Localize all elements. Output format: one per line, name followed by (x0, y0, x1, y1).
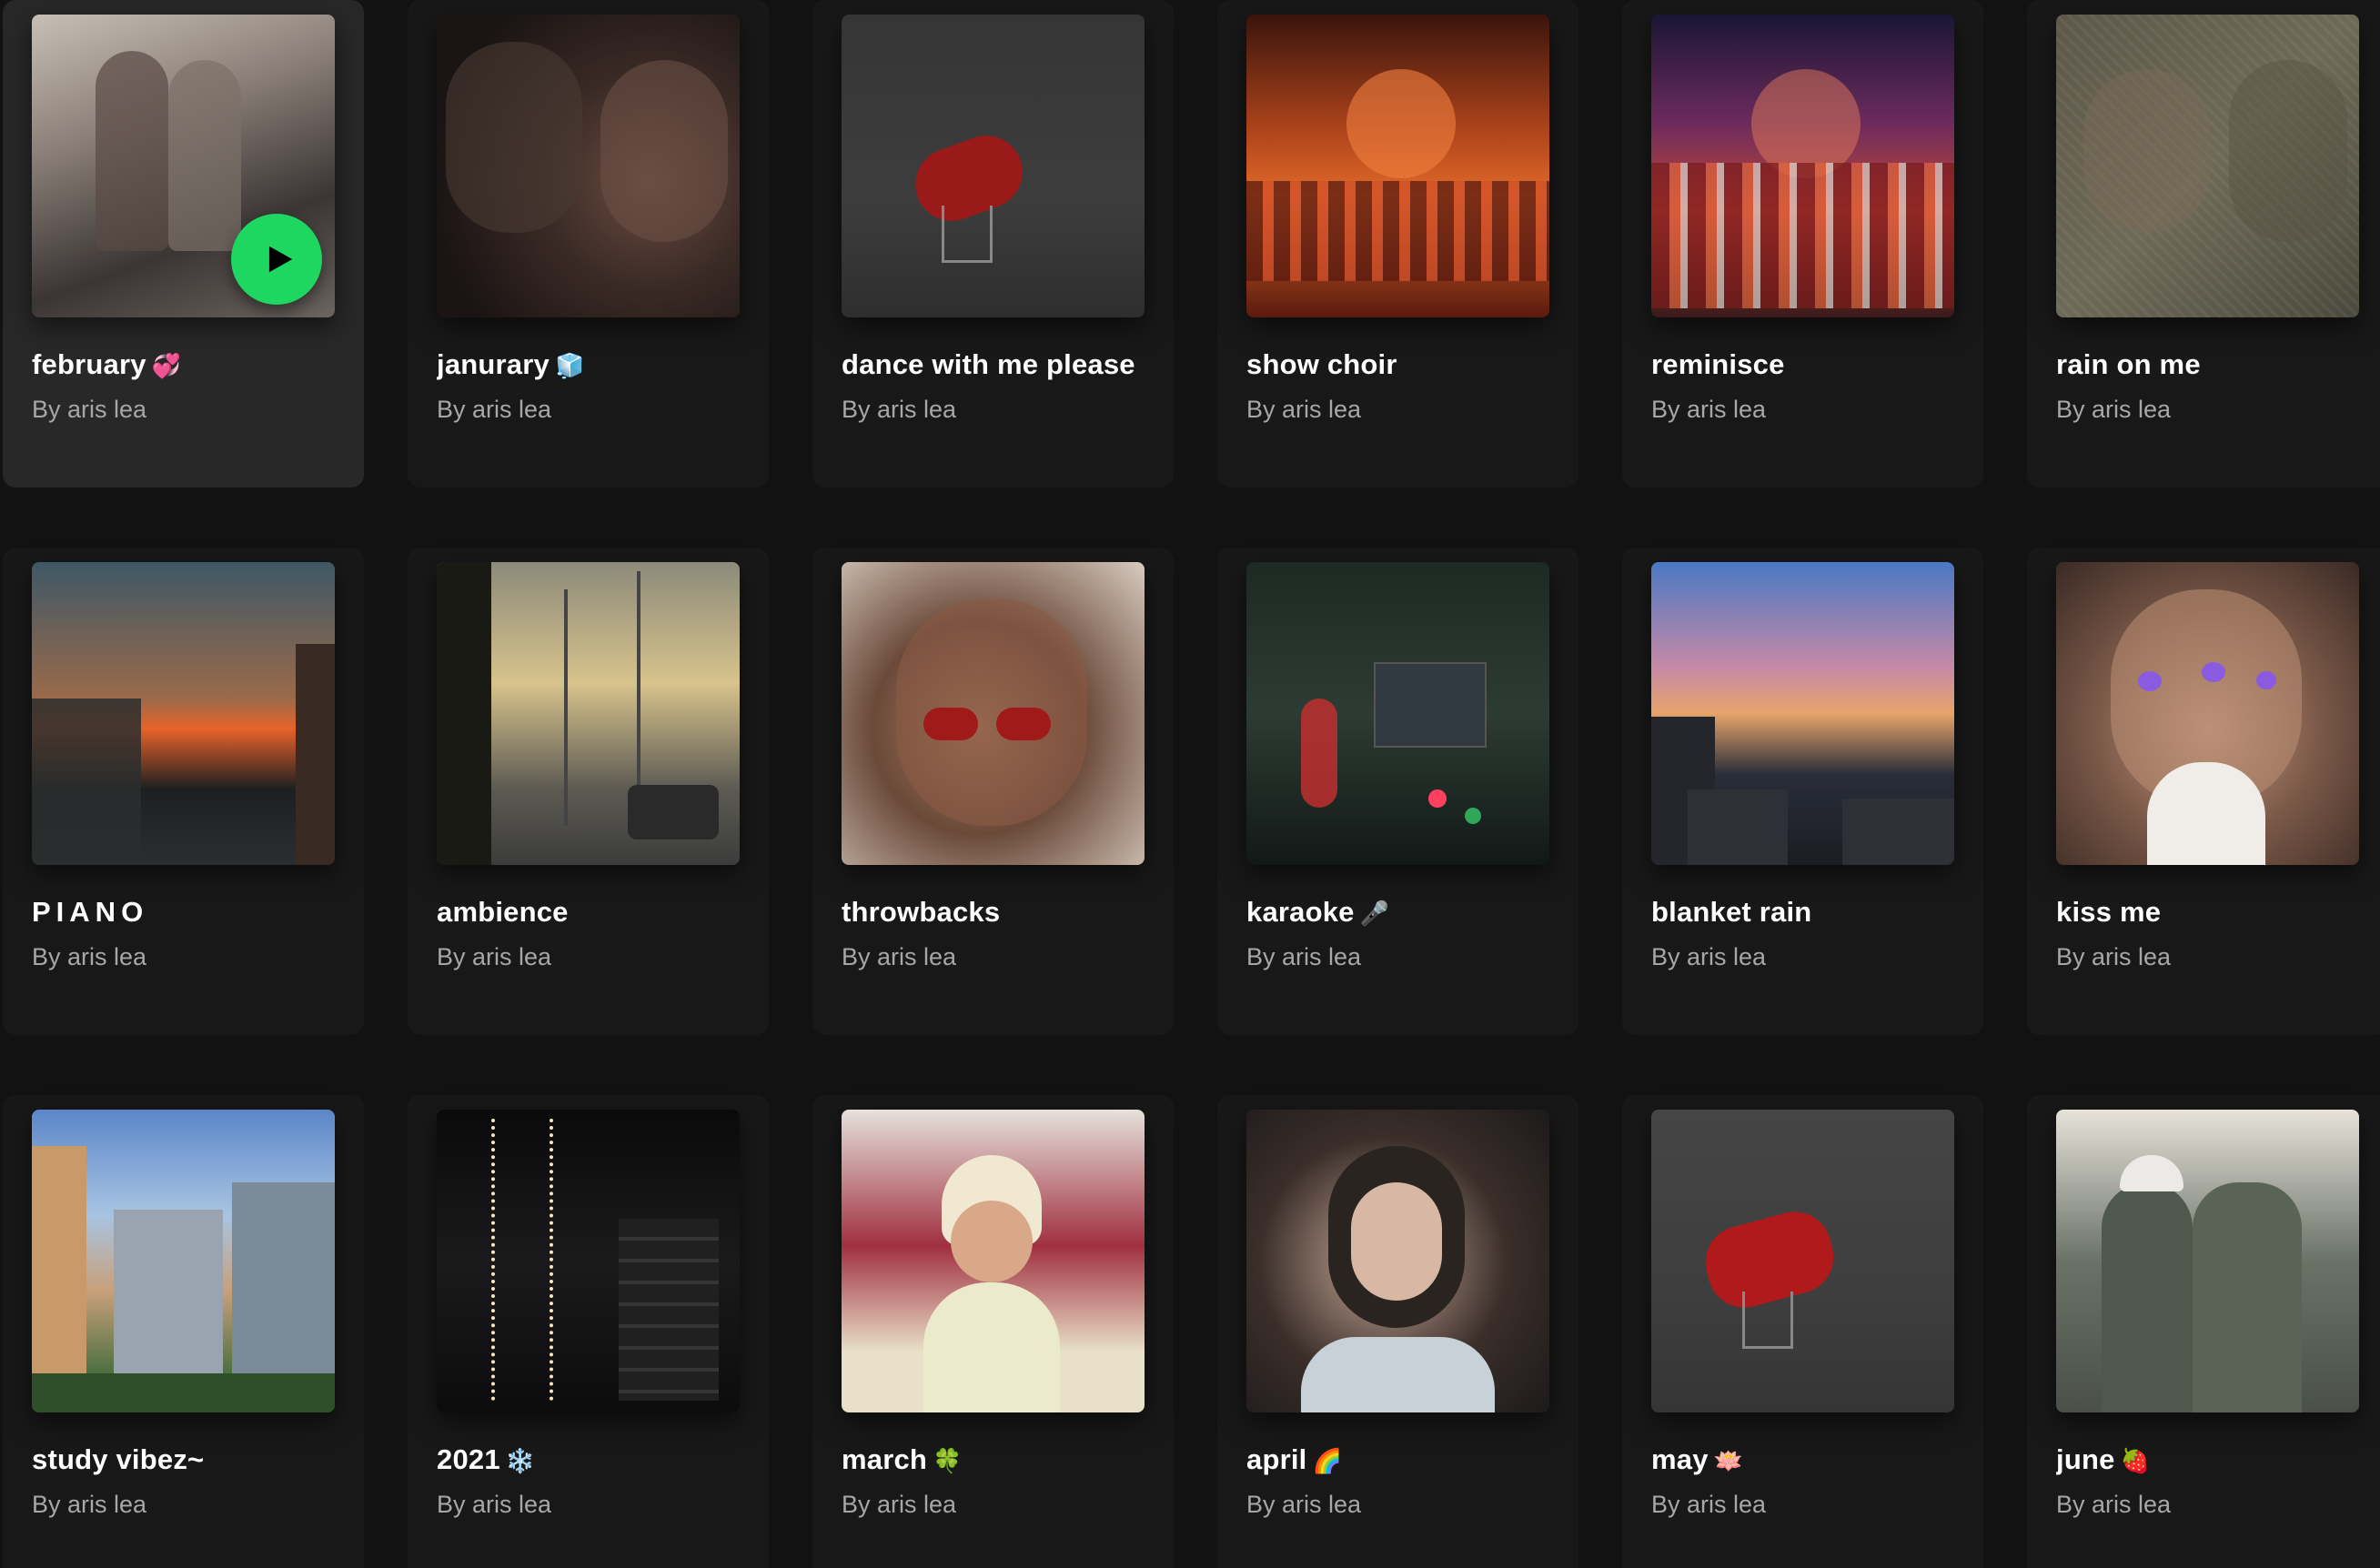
playlist-owner: By aris lea (1651, 1491, 1767, 1518)
playlist-card-2021[interactable]: 2021 ❄️ By aris lea (408, 1095, 769, 1568)
playlist-title[interactable]: march 🍀 (842, 1443, 1145, 1476)
playlist-cover (2056, 15, 2359, 317)
playlist-cover (437, 1110, 740, 1412)
playlist-card-janurary[interactable]: janurary 🧊 By aris lea (408, 0, 769, 487)
playlist-owner: By aris lea (437, 396, 552, 423)
playlist-card-kiss-me[interactable]: kiss me By aris lea (2027, 548, 2380, 1035)
playlist-cover (1246, 15, 1549, 317)
playlist-owner: By aris lea (1651, 396, 1767, 423)
playlist-cover (32, 562, 335, 865)
playlist-owner: By aris lea (2056, 943, 2172, 970)
playlist-card-may[interactable]: may 🪷 By aris lea (1622, 1095, 1983, 1568)
playlist-title[interactable]: janurary 🧊 (437, 348, 740, 381)
playlist-title[interactable]: may 🪷 (1651, 1443, 1954, 1476)
playlist-title[interactable]: karaoke 🎤 (1246, 896, 1549, 929)
playlist-card-karaoke[interactable]: karaoke 🎤 By aris lea (1217, 548, 1578, 1035)
playlist-cover (32, 15, 335, 317)
playlist-cover (842, 1110, 1145, 1412)
playlist-card-reminisce[interactable]: reminisce By aris lea (1622, 0, 1983, 487)
playlist-owner: By aris lea (1246, 1491, 1362, 1518)
playlist-cover (2056, 1110, 2359, 1412)
playlist-owner: By aris lea (32, 1491, 147, 1518)
playlist-card-march[interactable]: march 🍀 By aris lea (812, 1095, 1174, 1568)
playlist-owner: By aris lea (1246, 396, 1362, 423)
playlist-title[interactable]: study vibez~ (32, 1443, 335, 1476)
playlist-cover (32, 1110, 335, 1412)
playlist-card-show-choir[interactable]: show choir By aris lea (1217, 0, 1578, 487)
playlist-owner: By aris lea (842, 943, 957, 970)
playlist-card-throwbacks[interactable]: throwbacks By aris lea (812, 548, 1174, 1035)
playlist-cover (1246, 1110, 1549, 1412)
playlist-owner: By aris lea (32, 396, 147, 423)
playlist-owner: By aris lea (437, 1491, 552, 1518)
playlist-owner: By aris lea (1651, 943, 1767, 970)
playlist-cover (2056, 562, 2359, 865)
playlist-cover (437, 562, 740, 865)
playlist-cover (1651, 562, 1954, 865)
playlist-card-piano[interactable]: PIANO By aris lea (3, 548, 364, 1035)
playlist-card-ambience[interactable]: ambience By aris lea (408, 548, 769, 1035)
playlist-grid: february 💞 By aris lea janurary 🧊 By aris … (0, 0, 2380, 1568)
playlist-card-dance-with-me-please[interactable]: dance with me please By aris lea (812, 0, 1174, 487)
playlist-owner: By aris lea (2056, 396, 2172, 423)
playlist-card-june[interactable]: june 🍓 By aris lea (2027, 1095, 2380, 1568)
playlist-owner: By aris lea (2056, 1491, 2172, 1518)
playlist-owner: By aris lea (437, 943, 552, 970)
playlist-title[interactable]: show choir (1246, 348, 1549, 381)
playlist-title[interactable]: april 🌈 (1246, 1443, 1549, 1476)
playlist-cover (842, 562, 1145, 865)
playlist-owner: By aris lea (842, 396, 957, 423)
playlist-cover (437, 15, 740, 317)
playlist-title[interactable]: kiss me (2056, 896, 2359, 929)
playlist-title[interactable]: dance with me please (842, 348, 1145, 381)
playlist-title[interactable]: february 💞 (32, 348, 335, 381)
playlist-card-rain-on-me[interactable]: rain on me By aris lea (2027, 0, 2380, 487)
playlist-owner: By aris lea (1246, 943, 1362, 970)
playlist-title[interactable]: blanket rain (1651, 896, 1954, 929)
playlist-cover (842, 15, 1145, 317)
playlist-title[interactable]: PIANO (32, 896, 335, 929)
play-button[interactable] (231, 214, 322, 305)
playlist-card-study-vibez[interactable]: study vibez~ By aris lea (3, 1095, 364, 1568)
playlist-title[interactable]: rain on me (2056, 348, 2359, 381)
playlist-cover (1651, 15, 1954, 317)
play-icon (268, 246, 293, 273)
playlist-card-april[interactable]: april 🌈 By aris lea (1217, 1095, 1578, 1568)
playlist-title[interactable]: ambience (437, 896, 740, 929)
playlist-title[interactable]: reminisce (1651, 348, 1954, 381)
playlist-card-blanket-rain[interactable]: blanket rain By aris lea (1622, 548, 1983, 1035)
playlist-cover (1651, 1110, 1954, 1412)
playlist-card-february[interactable]: february 💞 By aris lea (3, 0, 364, 487)
playlist-title[interactable]: june 🍓 (2056, 1443, 2359, 1476)
playlist-title[interactable]: throwbacks (842, 896, 1145, 929)
playlist-owner: By aris lea (842, 1491, 957, 1518)
playlist-owner: By aris lea (32, 943, 147, 970)
playlist-title[interactable]: 2021 ❄️ (437, 1443, 740, 1476)
playlist-cover (1246, 562, 1549, 865)
